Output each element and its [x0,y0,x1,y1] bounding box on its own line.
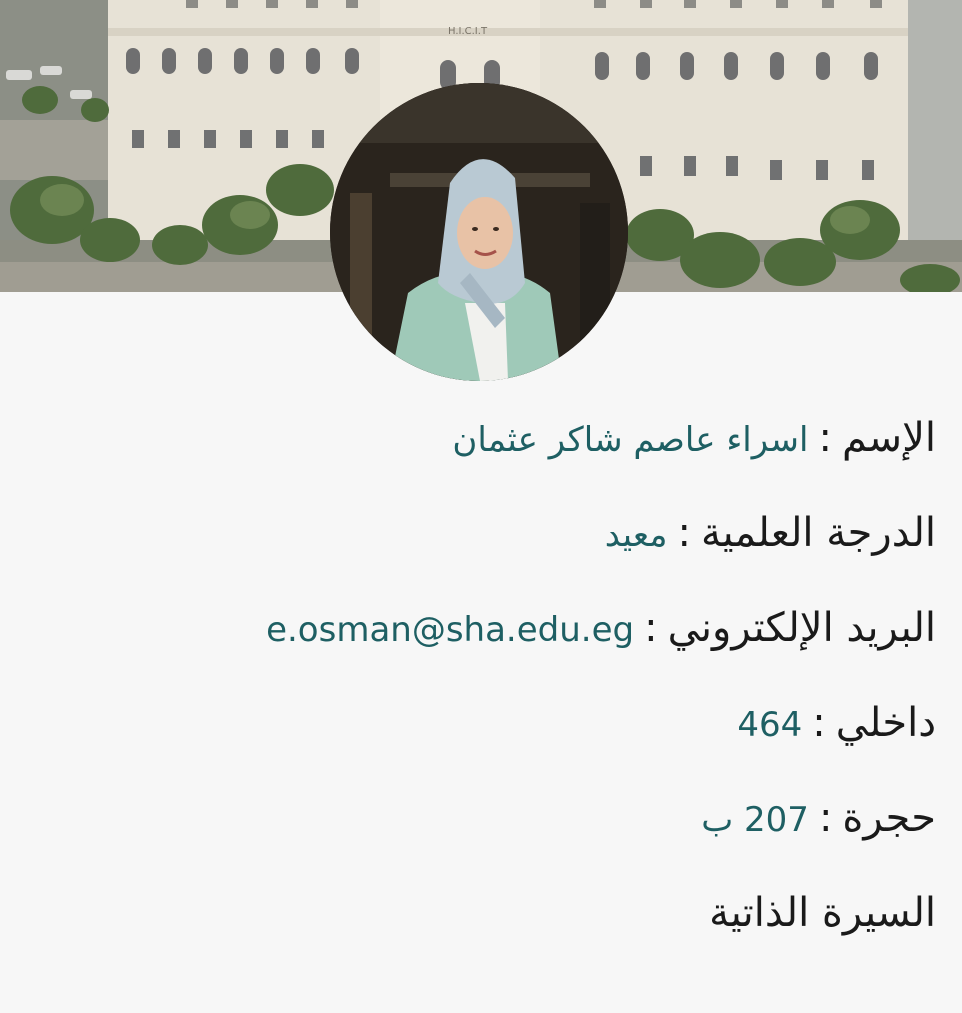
avatar-illustration [330,83,628,381]
name-row: الإسم:اسراء عاصم شاكر عثمان [36,408,936,503]
email-row: البريد الإلكتروني:e.osman@sha.edu.eg [36,598,936,693]
degree-label: الدرجة العلمية [701,510,936,556]
profile-photo [330,83,628,381]
name-value: اسراء عاصم شاكر عثمان [452,420,809,460]
building-sign: H.I.C.I.T [448,26,488,37]
name-label: الإسم [841,415,936,461]
name-separator: : [818,415,832,461]
cv-row: السيرة الذاتية [36,883,936,978]
extension-value: 464 [737,705,803,745]
room-separator: : [818,795,833,841]
room-row: حجرة:207 ب [36,788,936,883]
email-link[interactable]: e.osman@sha.edu.eg [266,610,634,650]
room-label: حجرة [842,795,936,841]
email-label: البريد الإلكتروني [667,605,936,651]
extension-label: داخلي [835,700,936,746]
degree-row: الدرجة العلمية:معيد [36,503,936,598]
profile-info: الإسم:اسراء عاصم شاكر عثمان الدرجة العلم… [36,408,936,978]
cv-link[interactable]: السيرة الذاتية [709,890,936,936]
room-value: 207 ب [701,800,809,840]
extension-row: داخلي:464 [36,693,936,788]
email-separator: : [644,605,658,651]
extension-separator: : [812,700,826,746]
degree-value: معيد [604,515,668,555]
degree-separator: : [677,510,692,556]
